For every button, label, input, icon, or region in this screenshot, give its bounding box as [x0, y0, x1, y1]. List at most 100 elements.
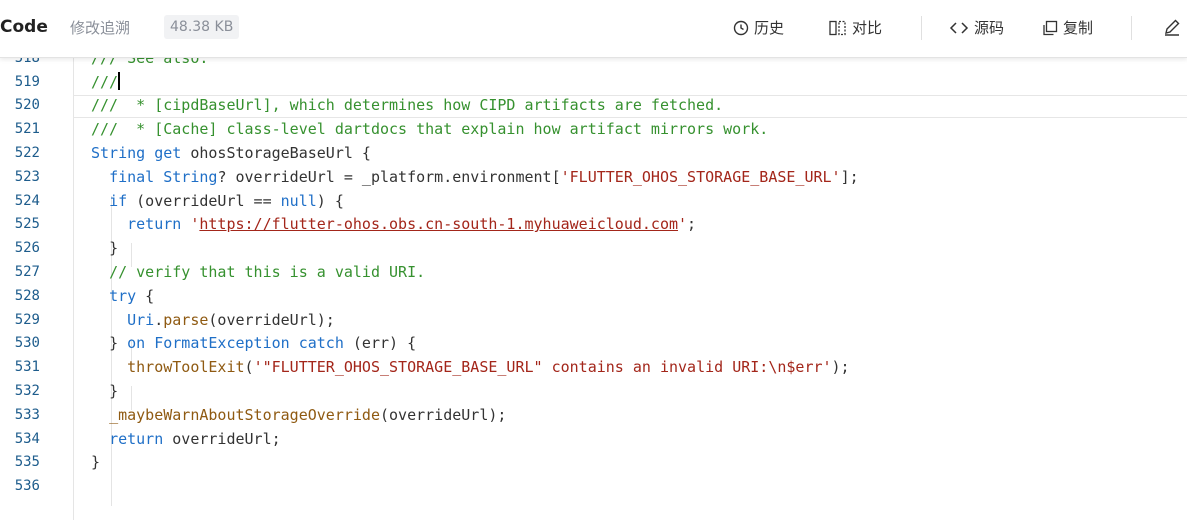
- code-line: 534 return overrideUrl;: [0, 428, 1187, 452]
- line-number: 527: [14, 263, 40, 280]
- line-number: 528: [14, 287, 40, 304]
- punctuation-token: ) {: [316, 191, 344, 210]
- line-number: 524: [14, 192, 40, 209]
- punctuation-token: ;: [687, 215, 697, 234]
- line-number: 530: [14, 335, 40, 352]
- line-number: 529: [14, 311, 40, 328]
- identifier-token: (err) {: [343, 334, 417, 353]
- code-text: final String? overrideUrl = _platform.en…: [91, 166, 859, 190]
- punctuation-token: (: [244, 358, 254, 377]
- code-line: 528 try {: [0, 285, 1187, 309]
- history-button[interactable]: 历史: [733, 15, 784, 41]
- line-number: 536: [14, 478, 40, 495]
- code-line: 523 final String? overrideUrl = _platfor…: [0, 166, 1187, 190]
- source-button[interactable]: 源码: [949, 15, 1004, 41]
- punctuation-token: }: [109, 381, 119, 400]
- function-token: parse: [163, 310, 209, 329]
- line-number: 523: [14, 168, 40, 185]
- identifier-token: ? overrideUrl = _platform.environment[: [217, 167, 561, 186]
- type-token: String: [163, 167, 218, 186]
- doc-comment: /// See also:: [91, 57, 209, 67]
- identifier-token: (overrideUrl);: [208, 310, 335, 329]
- doc-comment: ///: [91, 72, 119, 91]
- copy-icon: [1043, 20, 1058, 36]
- code-line: 524 if (overrideUrl == null) {: [0, 190, 1187, 214]
- code-line: 525 return 'https://flutter-ohos.obs.cn-…: [0, 213, 1187, 237]
- history-button-label: 历史: [754, 19, 785, 37]
- keyword-token: try: [109, 286, 137, 305]
- line-comment: // verify that this is a valid URI.: [109, 262, 426, 281]
- blame-link[interactable]: 修改追溯: [70, 17, 130, 39]
- code-line: 518 /// See also:: [0, 57, 1187, 71]
- punctuation-token: }: [109, 334, 128, 353]
- compare-button[interactable]: 对比: [829, 15, 882, 41]
- line-number: 533: [14, 406, 40, 423]
- line-number: 531: [14, 359, 40, 376]
- clock-icon: [733, 20, 749, 36]
- identifier-token: ohosStorageBaseUrl {: [181, 143, 371, 162]
- code-line: 532 }: [0, 380, 1187, 404]
- code-text: _maybeWarnAboutStorageOverride(overrideU…: [91, 404, 506, 428]
- code-text: }: [91, 451, 100, 475]
- line-number: 525: [14, 216, 40, 233]
- line-number: 522: [14, 144, 40, 161]
- code-text: ///: [91, 71, 121, 95]
- function-token: throwToolExit: [127, 358, 245, 377]
- identifier-token: (overrideUrl ==: [127, 191, 281, 210]
- edit-button[interactable]: [1163, 15, 1186, 41]
- punctuation-token: ];: [840, 167, 859, 186]
- keyword-token: final: [109, 167, 155, 186]
- code-viewer[interactable]: 517/// 518/// See also: 519/// 520/// * …: [0, 57, 1187, 520]
- type-token: Uri: [127, 310, 155, 329]
- code-text: } on FormatException catch (err) {: [91, 332, 416, 356]
- line-number: 519: [14, 73, 40, 90]
- code-line: 520 /// * [cipdBaseUrl], which determines…: [0, 94, 1187, 118]
- toolbar-divider: [1131, 16, 1132, 40]
- compare-icon: [829, 20, 846, 36]
- toolbar-divider: [921, 16, 922, 40]
- keyword-token: get: [154, 143, 182, 162]
- keyword-token: return: [127, 215, 182, 234]
- code-tab-label[interactable]: Code: [0, 16, 48, 38]
- type-token: String: [91, 143, 146, 162]
- code-text: return overrideUrl;: [91, 428, 281, 452]
- punctuation-token: {: [136, 286, 155, 305]
- string-quote: ': [678, 215, 688, 234]
- code-line: 529 Uri.parse(overrideUrl);: [0, 309, 1187, 333]
- punctuation-token: }: [91, 453, 101, 472]
- doc-comment: /// * [cipdBaseUrl], which determines ho…: [91, 96, 724, 115]
- code-text: if (overrideUrl == null) {: [91, 190, 344, 214]
- url-link[interactable]: https://flutter-ohos.obs.cn-south-1.myhu…: [199, 215, 678, 233]
- code-text: String get ohosStorageBaseUrl {: [91, 142, 371, 166]
- punctuation-token: );: [831, 358, 850, 377]
- line-number: 534: [14, 430, 40, 447]
- code-line: 535}: [0, 451, 1187, 475]
- code-text: throwToolExit('"FLUTTER_OHOS_STORAGE_BAS…: [91, 356, 850, 380]
- copy-button[interactable]: 复制: [1042, 15, 1093, 41]
- line-number: 521: [14, 121, 40, 138]
- function-token: _maybeWarnAboutStorageOverride: [109, 405, 380, 424]
- file-toolbar: Code 修改追溯 48.38 KB 历史 对比 源码 复制: [0, 0, 1187, 58]
- code-line: 519 ///: [0, 71, 1187, 95]
- code-text: return 'https://flutter-ohos.obs.cn-sout…: [91, 213, 696, 237]
- punctuation-token: .: [154, 310, 164, 329]
- code-line: 526 }: [0, 237, 1187, 261]
- punctuation-token: }: [109, 239, 119, 258]
- line-number: 518: [14, 57, 40, 66]
- identifier-token: (overrideUrl);: [380, 405, 507, 424]
- text-cursor: [118, 71, 121, 90]
- code-text: }: [91, 237, 118, 261]
- keyword-token: null: [280, 191, 317, 210]
- code-line: 521 /// * [Cache] class-level dartdocs th…: [0, 118, 1187, 142]
- code-brackets-icon: [949, 22, 969, 34]
- code-text: // verify that this is a valid URI.: [91, 261, 425, 285]
- doc-comment: /// * [Cache] class-level dartdocs that …: [91, 120, 769, 139]
- keyword-token: catch: [298, 334, 344, 353]
- line-number: 520: [14, 97, 40, 114]
- code-line: 530 } on FormatException catch (err) {: [0, 332, 1187, 356]
- code-line: 531 throwToolExit('"FLUTTER_OHOS_STORAGE…: [0, 356, 1187, 380]
- identifier-token: overrideUrl;: [163, 429, 281, 448]
- string-literal: 'FLUTTER_OHOS_STORAGE_BASE_URL': [560, 167, 841, 186]
- code-line: 527 // verify that this is a valid URI.: [0, 261, 1187, 285]
- copy-button-label: 复制: [1063, 19, 1094, 37]
